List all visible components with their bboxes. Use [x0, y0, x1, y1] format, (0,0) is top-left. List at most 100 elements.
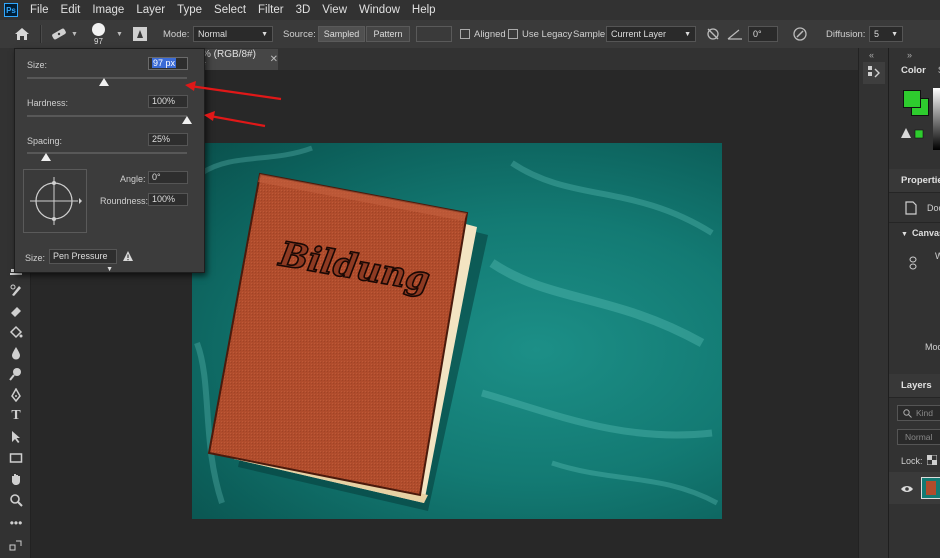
use-legacy-checkbox[interactable]: [508, 29, 518, 39]
more-tools-icon[interactable]: •••: [7, 514, 25, 532]
zoom-tool-icon[interactable]: [7, 491, 25, 509]
roundness-input[interactable]: 100%: [148, 193, 188, 206]
link-icon[interactable]: [909, 256, 917, 273]
spacing-input[interactable]: 25%: [148, 133, 188, 146]
layer-thumbnail: [921, 477, 940, 499]
brush-settings-icon[interactable]: [132, 20, 148, 48]
brush-angle-input[interactable]: 0°: [148, 171, 188, 184]
rectangle-tool-icon[interactable]: [7, 449, 25, 467]
brush-picker-dropdown-icon[interactable]: ▼: [116, 20, 123, 48]
history-brush-tool-icon[interactable]: [7, 281, 25, 299]
swap-colors-icon[interactable]: [7, 536, 25, 554]
brush-preset-picker[interactable]: 97: [92, 20, 105, 48]
lock-label: Lock:: [901, 456, 923, 466]
document-canvas[interactable]: Bildung: [192, 143, 722, 519]
diffusion-label: Diffusion:: [826, 28, 866, 40]
brush-size-readout: 97: [94, 36, 103, 46]
canvas-section-header[interactable]: ▼Canvas: [901, 228, 940, 238]
layer-kind-filter[interactable]: Kind: [897, 405, 940, 421]
hardness-input[interactable]: 100%: [148, 95, 188, 108]
out-of-gamut-warning-icon: [901, 128, 925, 142]
angle-label: Angle:: [120, 174, 146, 184]
sample-select[interactable]: Current Layer ▼: [606, 26, 696, 42]
collapse-dock-icon[interactable]: «: [869, 50, 874, 60]
ignore-adjustment-layers-icon[interactable]: [706, 20, 720, 48]
color-panel-tabs: Color S: [889, 58, 940, 82]
properties-document-label: Doc: [927, 203, 940, 213]
aligned-option[interactable]: Aligned: [460, 20, 506, 48]
canvas-mode-label: Mod: [925, 342, 940, 352]
brush-preset-panel: Size: 97 px Hardness: 100% Spacing: 25% …: [14, 48, 205, 273]
hardness-slider-thumb[interactable]: [182, 116, 192, 124]
pen-tool-icon[interactable]: [7, 386, 25, 404]
type-tool-icon[interactable]: T: [7, 407, 25, 425]
source-pattern-button[interactable]: Pattern: [366, 26, 410, 42]
brush-tip-icon: [92, 22, 105, 36]
mode-select[interactable]: Normal ▼: [193, 26, 273, 42]
blur-tool-icon[interactable]: [7, 344, 25, 362]
size-slider-thumb[interactable]: [98, 78, 109, 86]
size-control-label: Size:: [25, 253, 46, 263]
menu-view[interactable]: View: [316, 0, 353, 20]
menu-type[interactable]: Type: [171, 0, 208, 20]
menu-layer[interactable]: Layer: [130, 0, 171, 20]
hardness-label: Hardness:: [27, 98, 69, 108]
brush-angle-preview[interactable]: [23, 169, 87, 233]
menu-filter[interactable]: Filter: [252, 0, 290, 20]
layer-blend-mode-select[interactable]: Normal: [897, 429, 940, 445]
angle-input[interactable]: 0°: [748, 26, 778, 42]
visibility-eye-icon[interactable]: [901, 484, 913, 496]
warning-icon: [122, 250, 134, 265]
canvas-artwork: Bildung: [194, 145, 719, 511]
hand-tool-icon[interactable]: [7, 470, 25, 488]
layers-panel-header: Layers: [889, 374, 940, 398]
search-icon: [903, 408, 912, 418]
collapsed-panel-dock: «: [858, 48, 889, 558]
history-panel-icon[interactable]: [863, 62, 885, 84]
tab-properties[interactable]: Properties: [901, 175, 940, 186]
tab-layers[interactable]: Layers: [901, 380, 932, 391]
source-label: Source:: [283, 28, 316, 40]
sample-label: Sample:: [573, 28, 608, 40]
roundness-label: Roundness:: [100, 196, 149, 206]
size-label: Size:: [27, 60, 48, 70]
use-legacy-option[interactable]: Use Legacy: [508, 20, 572, 48]
foreground-color-swatch[interactable]: [903, 90, 921, 108]
document-tab[interactable]: % (RGB/8#) * ✕: [196, 49, 278, 71]
canvas-width-label: W: [935, 251, 940, 261]
spot-healing-tool-icon[interactable]: ▼: [50, 20, 78, 48]
menu-bar: Ps File Edit Image Layer Type Select Filter 3D V…: [0, 0, 940, 20]
mode-label: Mode:: [163, 28, 190, 40]
size-input[interactable]: 97 px: [148, 57, 188, 70]
home-icon[interactable]: [14, 20, 30, 48]
tab-color[interactable]: Color: [901, 65, 926, 76]
menu-window[interactable]: Window: [353, 0, 406, 20]
menu-3d[interactable]: 3D: [290, 0, 317, 20]
angle-icon: [727, 20, 743, 48]
menu-help[interactable]: Help: [406, 0, 442, 20]
options-bar: ▼ 97 ▼ Mode: Normal ▼ Source: Sampled Pat…: [0, 20, 940, 49]
menu-edit[interactable]: Edit: [55, 0, 87, 20]
menu-image[interactable]: Image: [86, 0, 130, 20]
pressure-size-icon[interactable]: [792, 20, 808, 48]
close-tab-icon[interactable]: ✕: [270, 54, 278, 65]
right-panel-stack: » Color S Properties Doc ▼Canvas W Mod L…: [888, 48, 940, 558]
eraser-tool-icon[interactable]: [7, 302, 25, 320]
hardness-slider-track[interactable]: [27, 115, 187, 117]
menu-select[interactable]: Select: [208, 0, 252, 20]
spacing-slider-thumb[interactable]: [41, 153, 52, 161]
aligned-checkbox[interactable]: [460, 29, 470, 39]
menu-file[interactable]: File: [24, 0, 55, 20]
size-control-select[interactable]: Pen Pressure ▼: [49, 249, 117, 273]
diffusion-select[interactable]: 5 ▼: [869, 26, 903, 42]
color-gradient-bar[interactable]: [933, 88, 940, 150]
pattern-picker[interactable]: [416, 26, 452, 42]
document-icon: [905, 201, 917, 218]
layer-row[interactable]: [889, 472, 940, 504]
source-sampled-button[interactable]: Sampled: [318, 26, 365, 42]
properties-panel-header: Properties: [889, 169, 940, 193]
dodge-tool-icon[interactable]: [7, 365, 25, 383]
path-selection-tool-icon[interactable]: [7, 428, 25, 446]
lock-transparency-icon[interactable]: [926, 454, 938, 468]
paint-bucket-tool-icon[interactable]: [7, 323, 25, 341]
